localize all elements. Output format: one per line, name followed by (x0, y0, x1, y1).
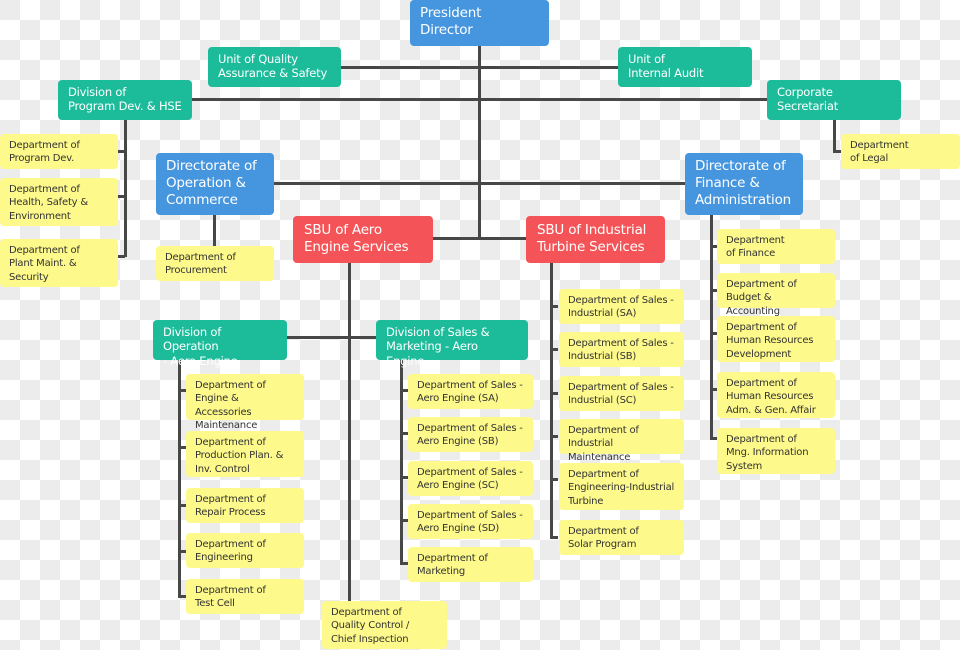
connector-aero-sales-dept-4 (400, 519, 408, 522)
dept-sales-aero-engine-sd: Department of Sales - Aero Engine (SD) (408, 504, 533, 539)
connector-program-dept-3 (117, 255, 125, 258)
dept-sales-aero-engine-sb: Department of Sales - Aero Engine (SB) (408, 417, 533, 452)
dept-repair-process: Department of Repair Process (186, 488, 304, 523)
division-sales-marketing-aero-engine-box: Division of Sales & Marketing - Aero Eng… (376, 320, 528, 368)
corporate-secretariat-box: Corporate Secretariat (767, 80, 901, 120)
connector-industrial-dept-5 (550, 478, 558, 481)
dept-quality-control-chief-inspection: Department of Quality Control / Chief In… (322, 601, 447, 649)
dept-production-plan-inv-control: Department of Production Plan. & Inv. Co… (186, 431, 304, 477)
dept-sales-industrial-sc: Department of Sales - Industrial (SC) (559, 376, 684, 411)
connector-procurement (213, 214, 216, 246)
connector-industrial-dept-4 (550, 435, 558, 438)
dept-solar-program: Department of Solar Program (559, 520, 684, 555)
connector-aero-op-dept-2 (178, 446, 186, 449)
dept-sales-aero-engine-sa: Department of Sales - Aero Engine (SA) (408, 374, 533, 409)
connector-aero-op-dept-1 (178, 389, 186, 392)
connector-aero-op-trunk (178, 358, 181, 598)
dept-test-cell: Department of Test Cell (186, 579, 304, 614)
sbu-industrial-turbine-services-box: SBU of Industrial Turbine Services (526, 216, 665, 263)
connector-units-row2 (190, 98, 770, 101)
dept-program-dev: Department of Program Dev. (0, 134, 118, 169)
connector-industrial-dept-3 (550, 392, 558, 395)
dept-finance: Department of Finance (717, 229, 835, 264)
dept-sales-aero-engine-sc: Department of Sales - Aero Engine (SC) (408, 461, 533, 496)
connector-president-trunk (478, 46, 481, 240)
connector-units-row1 (340, 66, 620, 69)
division-operation-aero-engine-box: Division of Operation - Aero Engine (153, 320, 287, 368)
connector-aero-trunk (348, 262, 351, 602)
unit-internal-audit-box: Unit of Internal Audit (618, 47, 752, 87)
connector-aero-divisions (287, 336, 377, 339)
connector-directorates (274, 182, 686, 185)
dept-procurement: Department of Procurement (156, 246, 274, 281)
dept-engine-accessories-maintenance: Department of Engine & Accessories Maint… (186, 374, 304, 431)
connector-aero-op-dept-4 (178, 550, 186, 553)
connector-aero-sales-dept-2 (400, 432, 408, 435)
sbu-aero-engine-services-box: SBU of Aero Engine Services (293, 216, 433, 263)
dept-health-safety-environment: Department of Health, Safety & Environme… (0, 178, 118, 226)
connector-program-dept-1 (117, 150, 125, 153)
connector-aero-op-dept-3 (178, 504, 186, 507)
connector-sbus (432, 237, 528, 240)
connector-industrial-dept-1 (550, 305, 558, 308)
connector-aero-sales-dept-3 (400, 476, 408, 479)
president-director-box: President Director (410, 0, 549, 46)
connector-industrial-dept-2 (550, 348, 558, 351)
directorate-operation-commerce-box: Directorate of Operation & Commerce (156, 153, 274, 215)
connector-industrial-dept-6 (550, 536, 558, 539)
dept-hr-development: Department of Human Resources Developmen… (717, 316, 835, 362)
connector-program-dept-2 (117, 195, 125, 198)
dept-marketing: Department of Marketing (408, 547, 533, 582)
dept-plant-maint-security: Department of Plant Maint. & Security (0, 239, 118, 287)
connector-industrial-trunk (550, 262, 553, 539)
dept-legal: Department of Legal (841, 134, 960, 169)
connector-program-div-trunk (124, 118, 127, 257)
dept-mng-information-system: Department of Mng. Information System (717, 428, 835, 474)
dept-hr-adm-gen-affair: Department of Human Resources Adm. & Gen… (717, 372, 835, 418)
connector-aero-op-dept-5 (178, 595, 186, 598)
dept-engineering: Department of Engineering (186, 533, 304, 568)
dept-industrial-maintenance: Department of Industrial Maintenance (559, 419, 684, 463)
connector-corp-sec-trunk (833, 118, 836, 152)
dept-engineering-industrial-turbine: Department of Engineering-Industrial Tur… (559, 463, 684, 510)
dept-sales-industrial-sa: Department of Sales - Industrial (SA) (559, 289, 684, 324)
directorate-finance-administration-box: Directorate of Finance & Administration (685, 153, 803, 215)
unit-quality-assurance-box: Unit of Quality Assurance & Safety (208, 47, 341, 87)
connector-aero-sales-dept-5 (400, 562, 408, 565)
connector-aero-sales-dept-1 (400, 389, 408, 392)
dept-sales-industrial-sb: Department of Sales - Industrial (SB) (559, 332, 684, 367)
dept-budget-accounting: Department of Budget & Accounting (717, 273, 835, 317)
division-program-dev-box: Division of Program Dev. & HSE (58, 80, 192, 120)
